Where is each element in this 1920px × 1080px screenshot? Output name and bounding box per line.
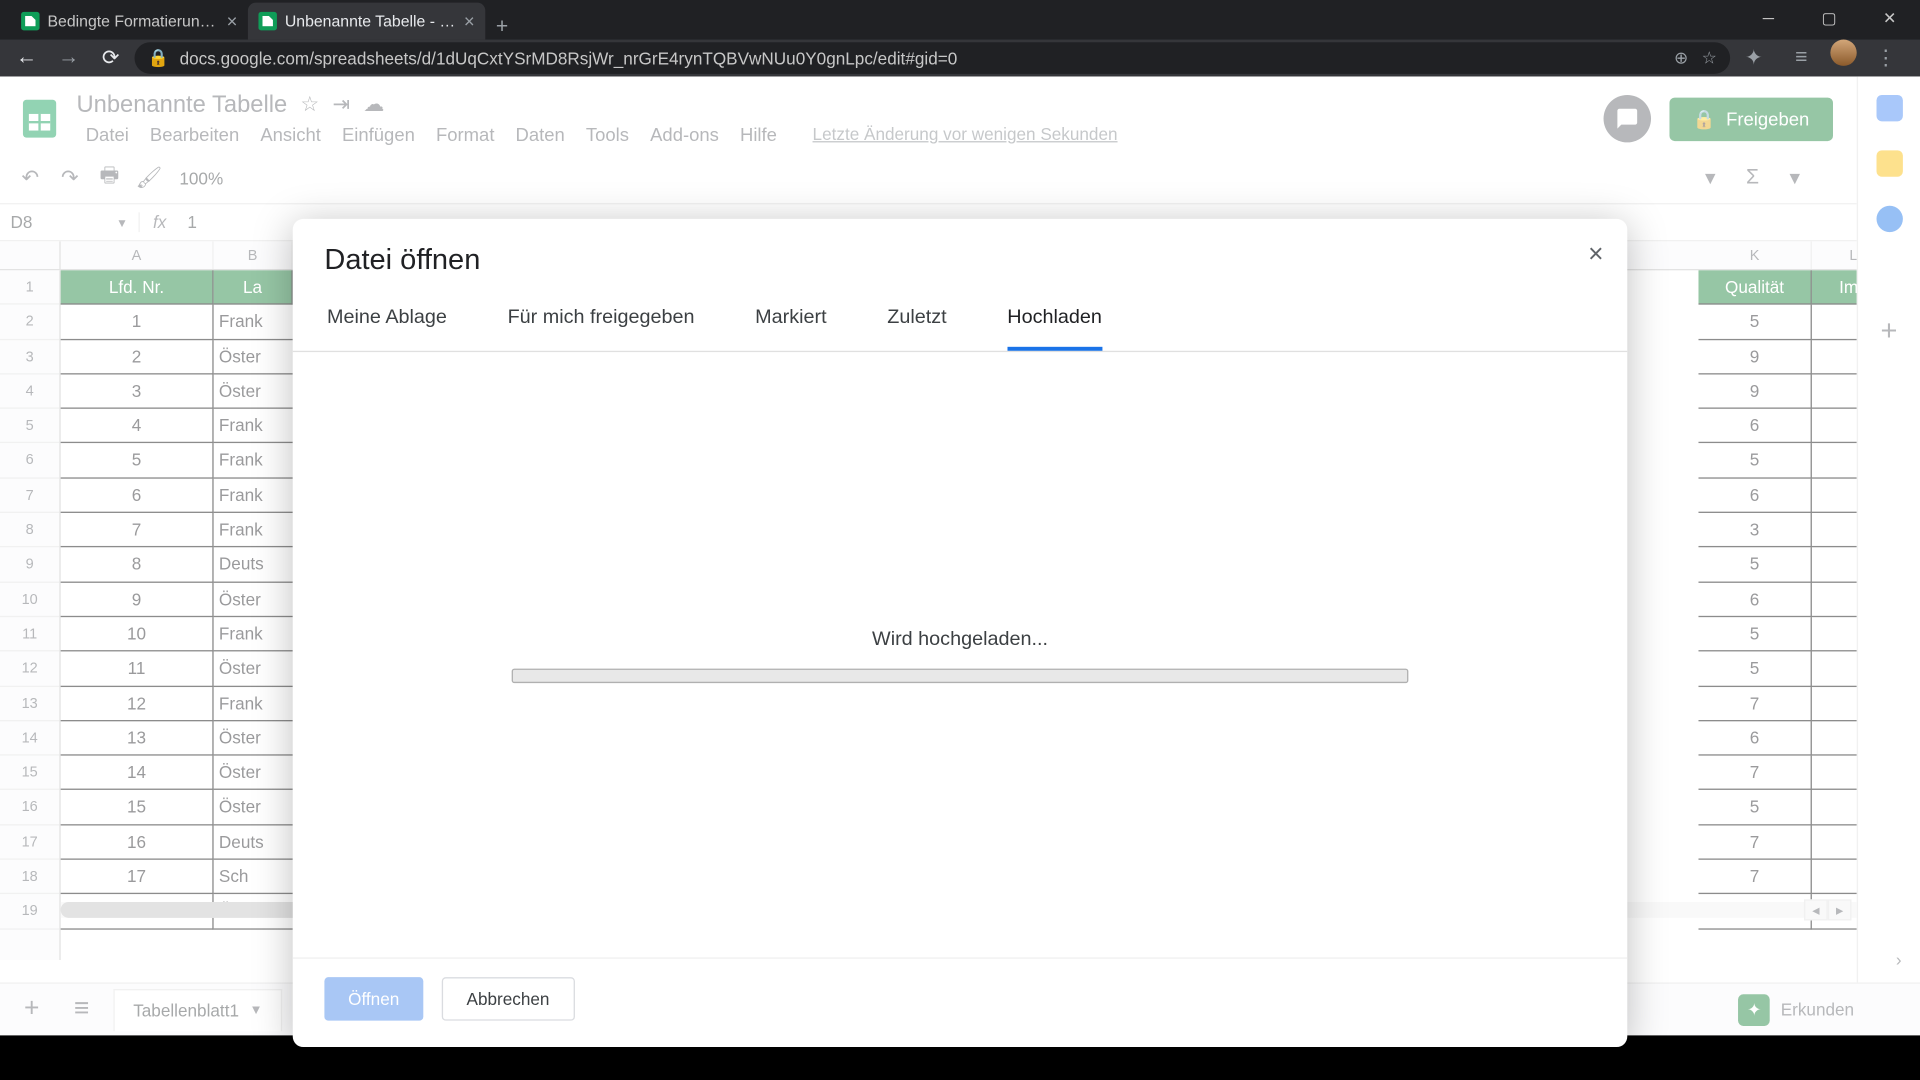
star-icon[interactable]: ☆: [1702, 47, 1717, 68]
url-text: docs.google.com/spreadsheets/d/1dUqCxtYS…: [180, 48, 958, 68]
dialog-tab-1[interactable]: Für mich freigegeben: [508, 306, 695, 351]
reload-icon[interactable]: ⟳: [92, 40, 129, 77]
close-window-button[interactable]: ✕: [1859, 0, 1920, 37]
browser-chrome: Bedingte Formatierung - Google × Unbenan…: [0, 0, 1920, 76]
dialog-tab-4[interactable]: Hochladen: [1007, 306, 1102, 351]
open-button[interactable]: Öffnen: [324, 977, 423, 1021]
maximize-button[interactable]: ▢: [1799, 0, 1860, 37]
profile-avatar[interactable]: [1830, 40, 1856, 66]
tab-close-icon[interactable]: ×: [464, 11, 475, 32]
sheets-favicon: [21, 12, 39, 30]
browser-tab-1[interactable]: Unbenannte Tabelle - Google Ta ×: [248, 3, 485, 40]
chrome-menu-icon[interactable]: ⋮: [1867, 40, 1904, 77]
tab-title: Bedingte Formatierung - Google: [47, 12, 218, 30]
upload-status-text: Wird hochgeladen...: [872, 627, 1048, 649]
dialog-title: Datei öffnen: [324, 243, 1595, 277]
close-dialog-button[interactable]: ×: [1588, 240, 1603, 270]
minimize-button[interactable]: ─: [1738, 0, 1799, 37]
dialog-tab-0[interactable]: Meine Ablage: [327, 306, 447, 351]
address-bar[interactable]: 🔒 docs.google.com/spreadsheets/d/1dUqCxt…: [135, 42, 1731, 74]
back-icon[interactable]: ←: [8, 40, 45, 77]
open-file-dialog: × Datei öffnen Meine Ablage Für mich frei…: [293, 219, 1628, 1047]
reading-list-icon[interactable]: ≡: [1783, 40, 1820, 77]
extensions-icon[interactable]: ✦: [1735, 40, 1772, 77]
lock-icon: 🔒: [148, 47, 169, 68]
dialog-tab-3[interactable]: Zuletzt: [887, 306, 946, 351]
dialog-tab-2[interactable]: Markiert: [755, 306, 826, 351]
browser-tab-0[interactable]: Bedingte Formatierung - Google ×: [11, 3, 248, 40]
upload-progress-bar: [512, 668, 1409, 683]
sheets-favicon: [258, 12, 276, 30]
tab-close-icon[interactable]: ×: [227, 11, 238, 32]
tab-title: Unbenannte Tabelle - Google Ta: [285, 12, 456, 30]
forward-icon[interactable]: →: [50, 40, 87, 77]
cancel-button[interactable]: Abbrechen: [441, 977, 574, 1021]
new-tab-button[interactable]: +: [485, 16, 518, 40]
zoom-icon[interactable]: ⊕: [1674, 47, 1688, 68]
